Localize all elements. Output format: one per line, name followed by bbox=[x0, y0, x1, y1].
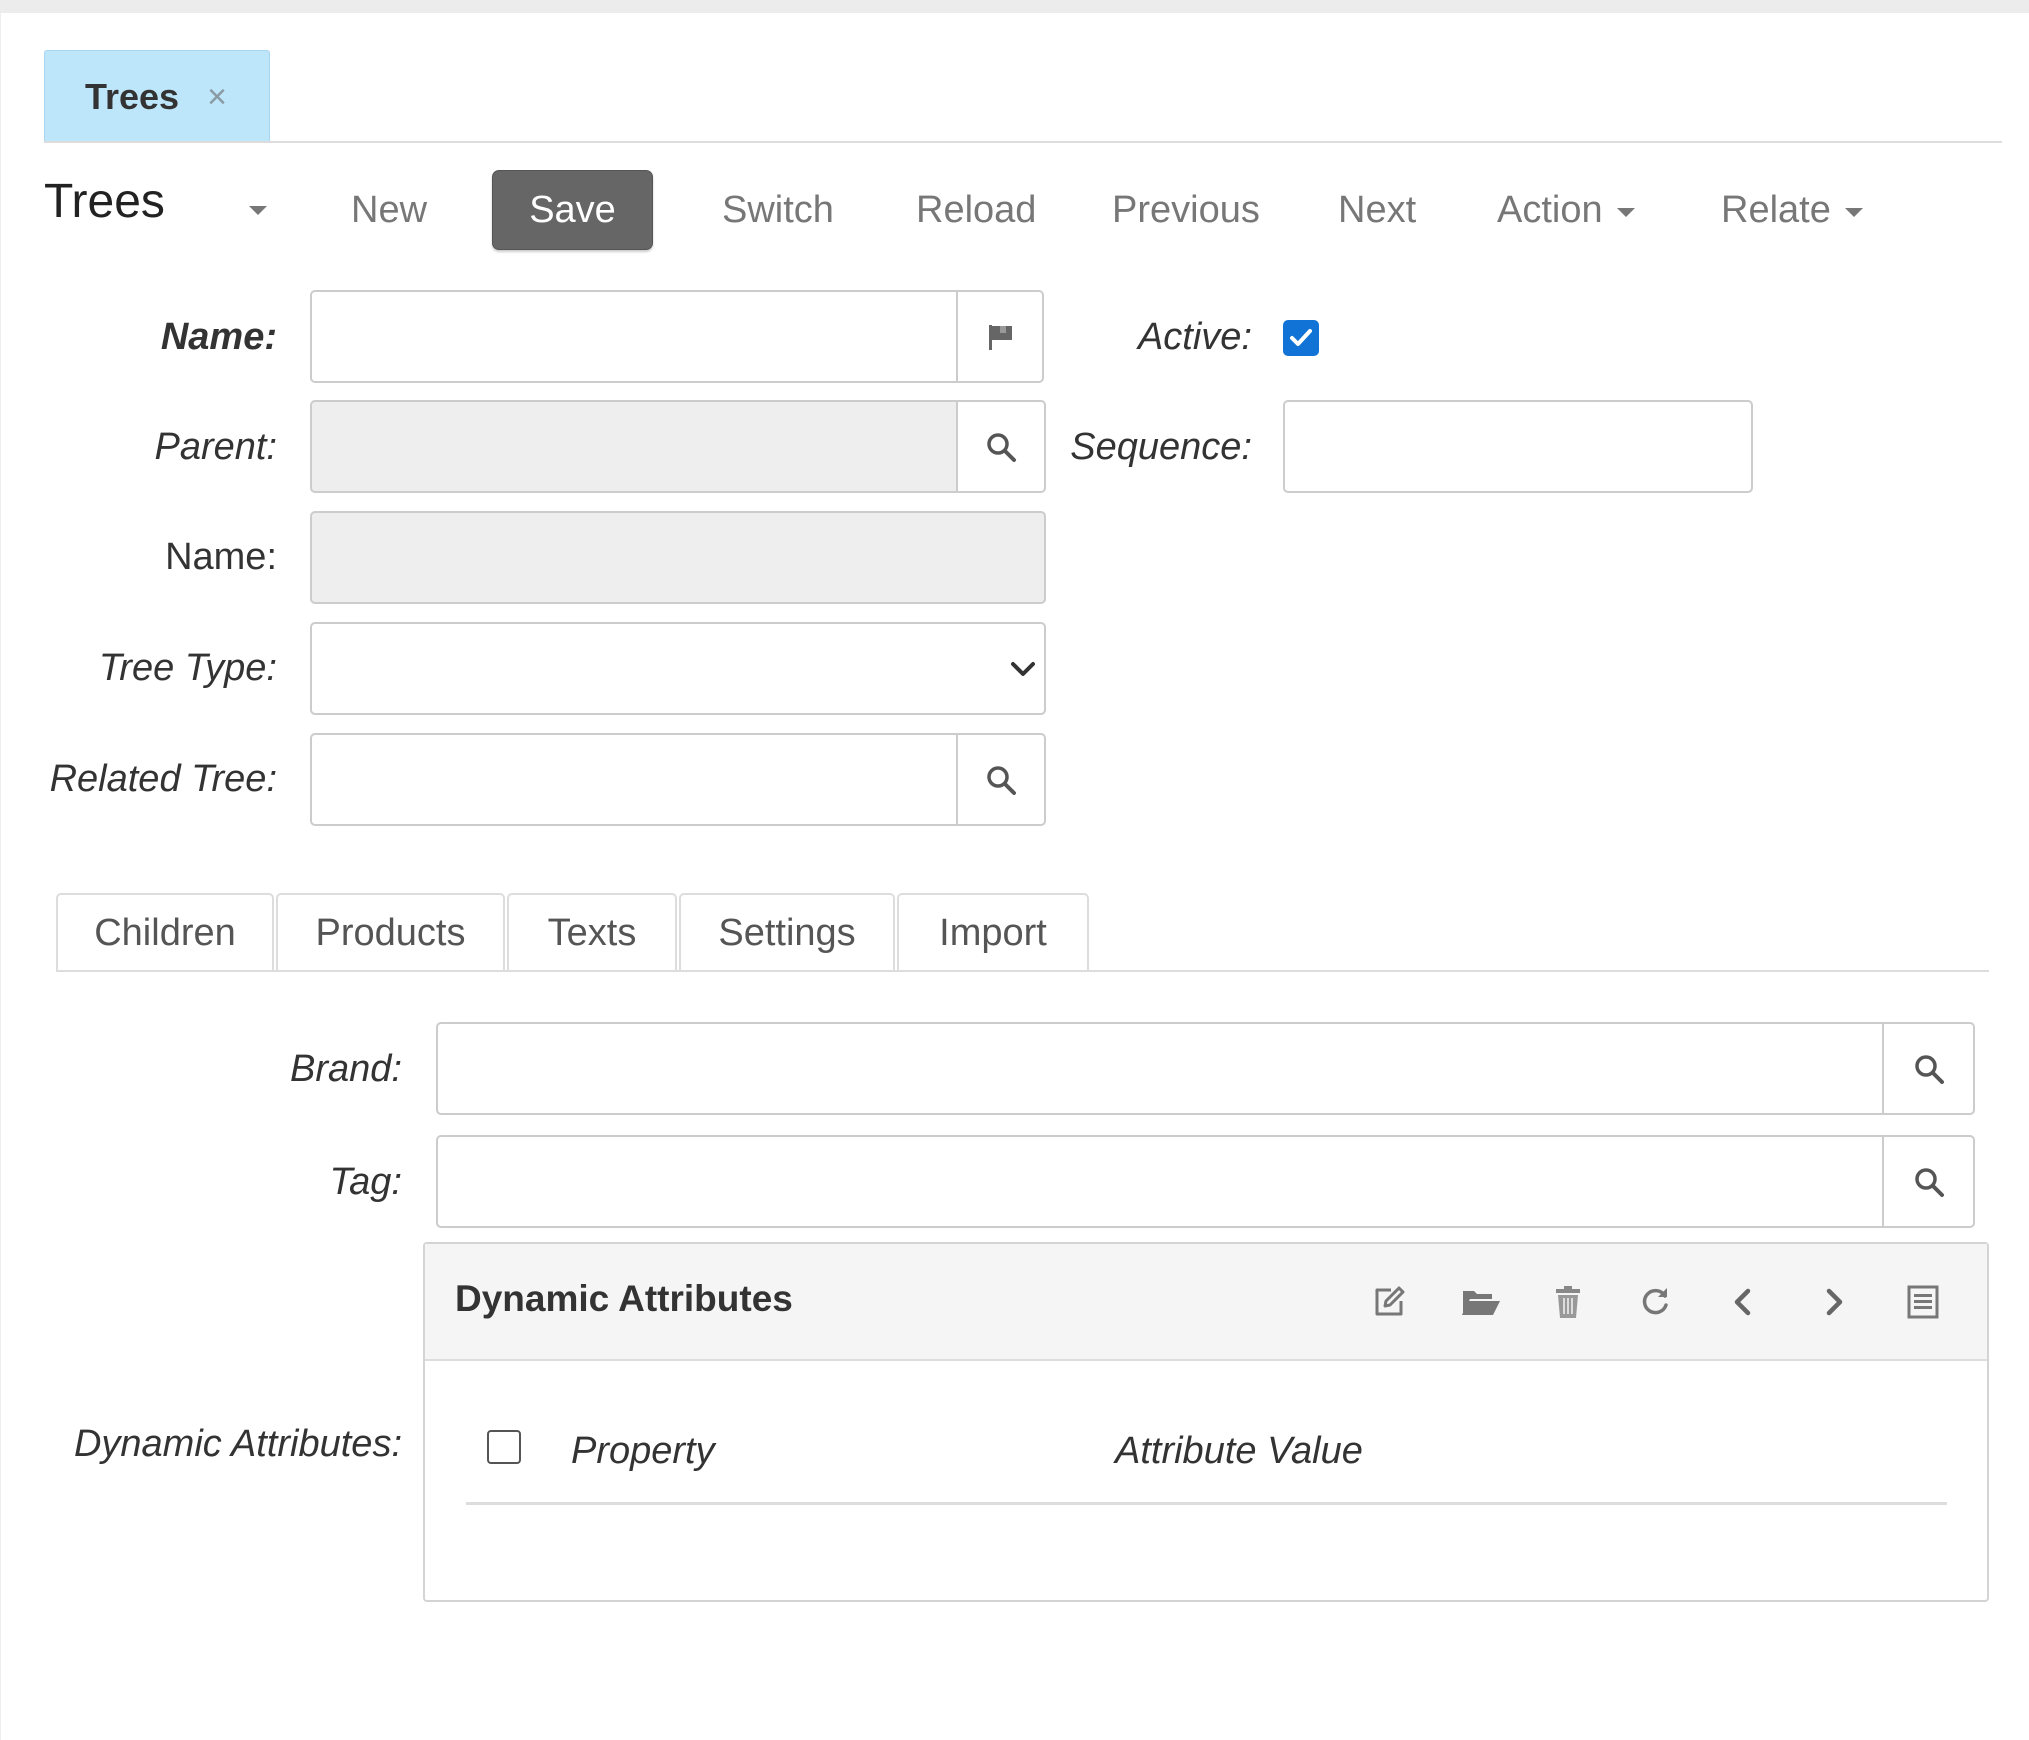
name-field[interactable] bbox=[310, 290, 958, 383]
flag-button[interactable] bbox=[958, 290, 1044, 383]
grid-header-divider bbox=[466, 1502, 1947, 1505]
brand-field[interactable] bbox=[436, 1022, 1884, 1115]
check-icon bbox=[1290, 329, 1312, 346]
page: Trees × Trees New Save Switch Reload Pre… bbox=[0, 0, 2029, 1740]
chevron-left-icon bbox=[1734, 1288, 1751, 1316]
search-icon bbox=[1914, 1167, 1944, 1197]
next-button-label: Next bbox=[1338, 189, 1417, 231]
sequence-input[interactable] bbox=[1285, 402, 1751, 491]
new-button-label: New bbox=[351, 189, 428, 231]
list-icon bbox=[1907, 1285, 1939, 1319]
caret-down-icon bbox=[1844, 207, 1863, 217]
brand-search-button[interactable] bbox=[1884, 1022, 1975, 1115]
view-title: Trees bbox=[44, 175, 165, 228]
previous-button[interactable]: Previous bbox=[1112, 170, 1260, 250]
tree-type-label: Tree Type: bbox=[98, 647, 277, 689]
trash-icon bbox=[1556, 1286, 1580, 1318]
flag-icon bbox=[989, 324, 1012, 350]
action-menu-label: Action bbox=[1497, 189, 1603, 231]
dynamic-attributes-panel: Dynamic Attributes Property Attribute Va… bbox=[423, 1242, 1989, 1602]
relate-menu-label: Relate bbox=[1721, 189, 1831, 231]
search-icon bbox=[1914, 1054, 1944, 1084]
caret-down-icon bbox=[1616, 207, 1635, 217]
chevron-right-icon bbox=[1826, 1288, 1843, 1316]
tab-settings-label: Settings bbox=[718, 911, 856, 954]
form-tabs-divider bbox=[56, 970, 1989, 972]
next-button[interactable]: Next bbox=[1338, 170, 1416, 250]
refresh-button[interactable] bbox=[1633, 1280, 1677, 1324]
brand-input[interactable] bbox=[438, 1024, 1882, 1113]
delete-button[interactable] bbox=[1546, 1280, 1590, 1324]
refresh-icon bbox=[1642, 1288, 1668, 1315]
parent-input[interactable] bbox=[312, 402, 956, 491]
parent-field[interactable] bbox=[310, 400, 958, 493]
tree-type-select[interactable] bbox=[310, 622, 1046, 715]
left-edge bbox=[0, 13, 1, 1740]
sequence-label: Sequence: bbox=[1070, 426, 1252, 468]
active-checkbox[interactable] bbox=[1283, 320, 1319, 356]
relate-menu-button[interactable]: Relate bbox=[1721, 170, 1863, 250]
panel-header: Dynamic Attributes bbox=[425, 1244, 1987, 1361]
parent-search-button[interactable] bbox=[958, 400, 1046, 493]
related-tree-label: Related Tree: bbox=[49, 758, 277, 800]
column-header-property[interactable]: Property bbox=[571, 1432, 715, 1470]
edit-icon bbox=[1375, 1286, 1405, 1316]
save-button[interactable]: Save bbox=[492, 170, 653, 250]
name-label: Name: bbox=[160, 316, 277, 358]
parent-name-label: Name: bbox=[165, 536, 277, 578]
previous-page-button[interactable] bbox=[1721, 1280, 1765, 1324]
related-tree-search-button[interactable] bbox=[958, 733, 1046, 826]
column-header-attribute-value[interactable]: Attribute Value bbox=[1115, 1432, 1363, 1470]
tabbar-divider bbox=[44, 141, 2002, 143]
name-input[interactable] bbox=[312, 292, 956, 381]
tag-search-button[interactable] bbox=[1884, 1135, 1975, 1228]
parent-name-field bbox=[310, 511, 1046, 604]
tab-children-label: Children bbox=[94, 911, 236, 954]
tab-texts[interactable]: Texts bbox=[507, 893, 677, 971]
switch-button-label: Switch bbox=[722, 189, 834, 231]
dynamic-attributes-label: Dynamic Attributes: bbox=[73, 1423, 402, 1465]
open-button[interactable] bbox=[1459, 1280, 1503, 1324]
action-menu-button[interactable]: Action bbox=[1497, 170, 1635, 250]
parent-name-input bbox=[312, 513, 1044, 602]
close-icon[interactable]: × bbox=[207, 80, 227, 114]
previous-button-label: Previous bbox=[1112, 189, 1260, 231]
reload-button-label: Reload bbox=[916, 189, 1037, 231]
tab-trees[interactable]: Trees × bbox=[44, 50, 270, 142]
list-view-button[interactable] bbox=[1901, 1280, 1945, 1324]
edit-button[interactable] bbox=[1367, 1280, 1411, 1324]
search-icon bbox=[987, 432, 1016, 462]
folder-open-icon bbox=[1462, 1291, 1500, 1315]
top-strip bbox=[0, 0, 2029, 13]
panel-title: Dynamic Attributes bbox=[455, 1278, 793, 1319]
related-tree-input[interactable] bbox=[312, 735, 956, 824]
reload-button[interactable]: Reload bbox=[916, 170, 1036, 250]
tab-products[interactable]: Products bbox=[276, 893, 505, 971]
brand-label: Brand: bbox=[290, 1048, 402, 1090]
tab-products-label: Products bbox=[315, 911, 466, 954]
select-all-checkbox[interactable] bbox=[487, 1430, 521, 1464]
related-tree-field[interactable] bbox=[310, 733, 958, 826]
save-button-label: Save bbox=[529, 188, 616, 231]
tab-settings[interactable]: Settings bbox=[679, 893, 895, 971]
tab-import-label: Import bbox=[939, 911, 1047, 954]
parent-label: Parent: bbox=[154, 426, 277, 468]
tab-import[interactable]: Import bbox=[897, 893, 1089, 971]
caret-down-icon[interactable] bbox=[249, 206, 267, 215]
tag-field[interactable] bbox=[436, 1135, 1884, 1228]
tab-trees-label: Trees bbox=[85, 75, 180, 117]
switch-button[interactable]: Switch bbox=[722, 170, 834, 250]
tab-texts-label: Texts bbox=[547, 911, 637, 954]
next-page-button[interactable] bbox=[1812, 1280, 1856, 1324]
chevron-down-icon bbox=[1011, 662, 1035, 676]
sequence-field[interactable] bbox=[1283, 400, 1753, 493]
tab-children[interactable]: Children bbox=[56, 893, 274, 971]
new-button[interactable]: New bbox=[351, 170, 427, 250]
tag-input[interactable] bbox=[438, 1137, 1882, 1226]
active-label: Active: bbox=[1137, 316, 1252, 358]
search-icon bbox=[987, 765, 1016, 795]
tag-label: Tag: bbox=[329, 1161, 402, 1203]
